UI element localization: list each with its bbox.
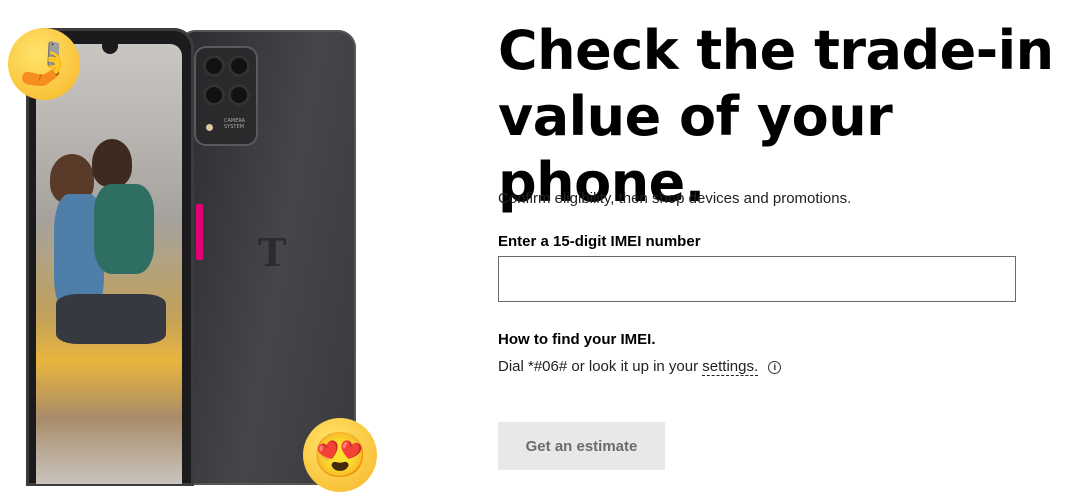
how-text-label: Dial *#06# or look it up in your: [498, 358, 699, 375]
subtitle: Confirm eligibility, then shop devices a…: [498, 190, 852, 207]
phone-back-image: CAMERA SYSTEM T: [178, 30, 356, 485]
imei-input[interactable]: [498, 256, 1016, 302]
phone-side-key: [196, 204, 203, 260]
camera-module: CAMERA SYSTEM: [196, 48, 256, 144]
phone-screen-photo: [36, 44, 182, 484]
imei-label: Enter a 15-digit IMEI number: [498, 233, 701, 250]
t-logo-icon: T: [258, 230, 287, 275]
hero-image: CAMERA SYSTEM T 🤳 😍: [0, 0, 470, 492]
selfie-emoji-icon: 🤳: [8, 28, 80, 100]
settings-link[interactable]: settings.: [702, 358, 759, 376]
info-icon[interactable]: i: [768, 361, 782, 374]
how-to-find-imei-text: Dial *#06# or look it up in your setting…: [498, 358, 782, 376]
get-estimate-button[interactable]: Get an estimate: [498, 422, 665, 470]
page-title: Check the trade-in value of your phone.: [498, 19, 1054, 214]
heart-eyes-emoji-icon: 😍: [303, 418, 377, 492]
how-to-find-imei-title: How to find your IMEI.: [498, 331, 656, 348]
